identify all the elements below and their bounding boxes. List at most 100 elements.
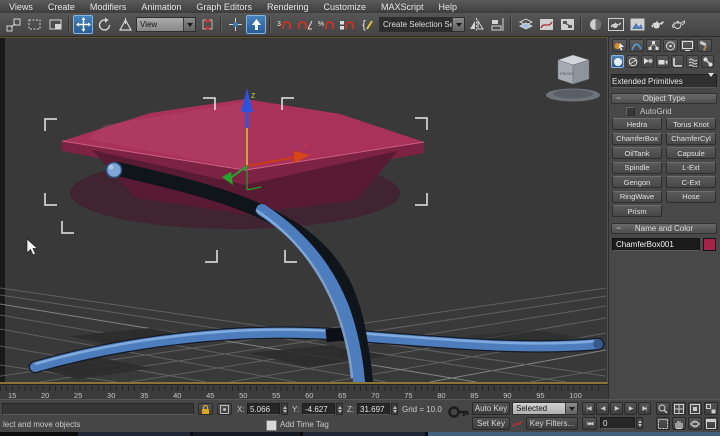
zoom-extents-icon[interactable] xyxy=(688,402,702,415)
x-coordinate-field[interactable]: 5.066 xyxy=(247,403,280,415)
name-and-color-rollout-header[interactable]: − Name and Color xyxy=(611,223,717,234)
zoom-icon[interactable] xyxy=(656,402,670,415)
tab-utilities[interactable] xyxy=(697,39,712,52)
chevron-down-icon[interactable] xyxy=(565,403,577,414)
menu-maxscript[interactable]: MAXScript xyxy=(381,2,424,12)
select-and-rotate-icon[interactable] xyxy=(94,15,114,34)
auto-key-button[interactable]: Auto Key xyxy=(472,402,510,415)
chevron-down-icon[interactable] xyxy=(183,18,195,31)
time-slider-track[interactable]: 1520 2530 3540 4550 5560 6570 7580 8590 … xyxy=(0,384,608,399)
zoom-extents-all-icon[interactable] xyxy=(704,402,718,415)
play-button[interactable]: ▶ xyxy=(610,402,623,415)
render-iteration-icon[interactable] xyxy=(669,15,689,34)
selection-lock-toggle[interactable] xyxy=(198,403,213,415)
y-coordinate-field[interactable]: -4.627 xyxy=(302,403,335,415)
select-and-link-icon[interactable] xyxy=(3,15,23,34)
x-spinner[interactable] xyxy=(281,403,288,415)
next-frame-button[interactable]: ▶ xyxy=(624,402,637,415)
menu-animation[interactable]: Animation xyxy=(141,2,181,12)
time-tag-icon[interactable] xyxy=(266,420,277,431)
capsule-button[interactable]: Capsule xyxy=(666,147,716,159)
hose-button[interactable]: Hose xyxy=(666,191,716,203)
add-time-tag[interactable]: Add Time Tag xyxy=(280,420,329,429)
object-color-swatch[interactable] xyxy=(703,238,716,251)
menu-modifiers[interactable]: Modifiers xyxy=(90,2,127,12)
category-helpers[interactable] xyxy=(671,55,684,68)
z-spinner[interactable] xyxy=(391,403,398,415)
chevron-down-icon[interactable] xyxy=(708,77,714,86)
rendered-frame-window-icon[interactable] xyxy=(627,15,647,34)
autogrid-checkbox[interactable] xyxy=(626,107,635,116)
zoom-all-icon[interactable] xyxy=(672,402,686,415)
spindle-button[interactable]: Spindle xyxy=(612,162,662,174)
tab-create[interactable] xyxy=(612,39,627,52)
orbit-icon[interactable] xyxy=(688,417,702,430)
chamferbox-button[interactable]: ChamferBox xyxy=(612,133,662,145)
category-cameras[interactable] xyxy=(656,55,669,68)
render-setup-icon[interactable] xyxy=(606,15,626,34)
c-ext-button[interactable]: C-Ext xyxy=(666,176,716,188)
z-coordinate-field[interactable]: 31.697 xyxy=(357,403,390,415)
object-name-field[interactable]: ChamferBox001 xyxy=(612,238,700,251)
category-shapes[interactable] xyxy=(626,55,639,68)
go-to-end-button[interactable]: ▶| xyxy=(638,402,651,415)
align-icon[interactable] xyxy=(487,15,507,34)
named-selection-set-dropdown[interactable]: Create Selection Se xyxy=(379,17,465,32)
menu-help[interactable]: Help xyxy=(439,2,458,12)
select-and-move-button[interactable] xyxy=(73,15,93,34)
menu-views[interactable]: Views xyxy=(9,2,33,12)
key-filter-curve-icon[interactable] xyxy=(512,418,523,431)
menu-customize[interactable]: Customize xyxy=(323,2,366,12)
key-mode-dropdown[interactable]: Selected xyxy=(512,402,578,415)
current-frame-field[interactable]: 0 xyxy=(600,417,635,429)
category-systems[interactable] xyxy=(701,55,714,68)
ringwave-button[interactable]: RingWave xyxy=(612,191,662,203)
chamfercyl-button[interactable]: ChamferCyl xyxy=(666,133,716,145)
rectangular-selection-icon[interactable] xyxy=(24,15,44,34)
pan-hand-icon[interactable] xyxy=(672,417,686,430)
previous-key-button[interactable]: |◀◀ xyxy=(582,417,597,430)
edit-named-selection-sets-icon[interactable]: { xyxy=(358,15,378,34)
manage-layers-icon[interactable] xyxy=(515,15,535,34)
spinner-snap-icon[interactable] xyxy=(337,15,357,34)
tab-modify[interactable] xyxy=(629,39,644,52)
menu-create[interactable]: Create xyxy=(48,2,75,12)
gengon-button[interactable]: Gengon xyxy=(612,176,662,188)
torus-knot-button[interactable]: Torus Knot xyxy=(666,118,716,130)
set-key-button[interactable]: Set Key xyxy=(472,417,510,430)
curve-editor-icon[interactable] xyxy=(536,15,556,34)
keyboard-shortcut-override-button[interactable] xyxy=(246,15,266,34)
percent-snap-icon[interactable]: % xyxy=(316,15,336,34)
angle-snap-icon[interactable] xyxy=(295,15,315,34)
perspective-viewport[interactable]: Z x FRONT xyxy=(0,37,608,384)
menu-rendering[interactable]: Rendering xyxy=(267,2,309,12)
category-geometry[interactable] xyxy=(611,55,624,68)
snaps-toggle-3d-icon[interactable]: 3 xyxy=(274,15,294,34)
l-ext-button[interactable]: L-Ext xyxy=(666,162,716,174)
mirror-icon[interactable] xyxy=(466,15,486,34)
previous-frame-button[interactable]: ◀ xyxy=(596,402,609,415)
tab-hierarchy[interactable] xyxy=(646,39,661,52)
go-to-start-button[interactable]: |◀ xyxy=(582,402,595,415)
chevron-down-icon[interactable] xyxy=(452,18,464,31)
tab-display[interactable] xyxy=(680,39,695,52)
schematic-view-icon[interactable] xyxy=(557,15,577,34)
absolute-mode-toggle[interactable] xyxy=(217,403,232,415)
region-zoom-icon[interactable] xyxy=(656,417,670,430)
maximize-viewport-icon[interactable] xyxy=(704,417,718,430)
material-editor-icon[interactable] xyxy=(585,15,605,34)
select-and-scale-icon[interactable] xyxy=(115,15,135,34)
oiltank-button[interactable]: OilTank xyxy=(612,147,662,159)
set-key-mode-icon[interactable] xyxy=(448,404,470,422)
menu-graph-editors[interactable]: Graph Editors xyxy=(196,2,252,12)
use-pivot-point-center-icon[interactable] xyxy=(197,15,217,34)
prism-button[interactable]: Prism xyxy=(612,205,662,217)
object-type-rollout-header[interactable]: − Object Type xyxy=(611,93,717,104)
y-spinner[interactable] xyxy=(336,403,343,415)
window-crossing-icon[interactable] xyxy=(45,15,65,34)
key-filters-button[interactable]: Key Filters... xyxy=(526,417,578,430)
track-bar[interactable] xyxy=(2,403,194,415)
reference-coordinate-dropdown[interactable]: View xyxy=(136,17,196,32)
category-lights[interactable] xyxy=(641,55,654,68)
render-production-icon[interactable] xyxy=(648,15,668,34)
